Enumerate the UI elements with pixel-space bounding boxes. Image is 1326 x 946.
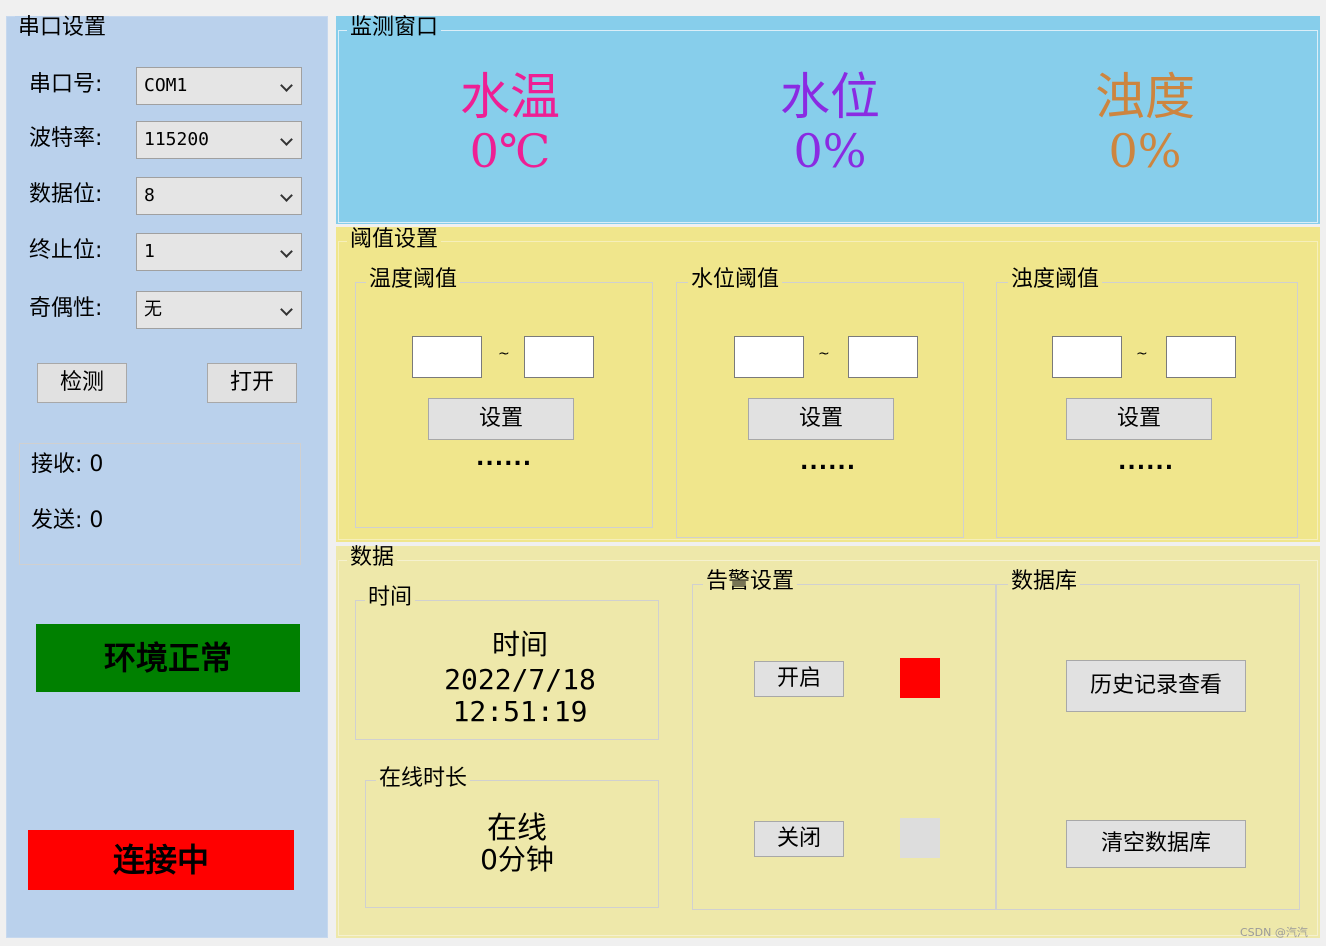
- turbidity-set-button[interactable]: 设置: [1066, 398, 1212, 440]
- temp-threshold-title: 温度阈值: [366, 268, 461, 292]
- data-title: 数据: [347, 546, 398, 570]
- temp-set-button[interactable]: 设置: [428, 398, 574, 440]
- stopbits-value: 1: [144, 241, 155, 262]
- port-select[interactable]: COM1: [136, 67, 302, 105]
- chevron-down-icon: [280, 133, 293, 146]
- parity-value: 无: [144, 299, 162, 320]
- clear-database-button[interactable]: 清空数据库: [1066, 820, 1246, 868]
- online-duration-title: 在线时长: [376, 767, 471, 791]
- temp-max-input[interactable]: [524, 336, 594, 378]
- databits-value: 8: [144, 185, 155, 206]
- alarm-on-button[interactable]: 开启: [754, 661, 844, 697]
- temp-min-input[interactable]: [412, 336, 482, 378]
- receive-count: 接收: 0: [31, 452, 104, 477]
- online-duration-value: 0分钟: [480, 843, 554, 876]
- port-label: 串口号:: [29, 72, 103, 97]
- alarm-off-indicator: [900, 818, 940, 858]
- turbidity-threshold-status: ......: [1118, 450, 1175, 475]
- alarm-settings-group: [692, 584, 996, 910]
- temp-range-separator: ~: [498, 346, 510, 362]
- chevron-down-icon: [280, 245, 293, 258]
- level-set-button[interactable]: 设置: [748, 398, 894, 440]
- send-count: 发送: 0: [31, 508, 104, 533]
- level-range-separator: ~: [818, 346, 830, 362]
- alarm-settings-title: 告警设置: [703, 570, 798, 594]
- environment-status: 环境正常: [36, 624, 300, 692]
- monitor-title: 监测窗口: [347, 16, 442, 40]
- stopbits-select[interactable]: 1: [136, 233, 302, 271]
- level-min-input[interactable]: [734, 336, 804, 378]
- databits-label: 数据位:: [29, 182, 103, 207]
- databits-select[interactable]: 8: [136, 177, 302, 215]
- turbidity-label: 浊度: [1095, 68, 1195, 126]
- open-button[interactable]: 打开: [207, 363, 297, 403]
- parity-label: 奇偶性:: [29, 296, 103, 321]
- current-time: 12:51:19: [452, 695, 588, 728]
- water-level-label: 水位: [780, 68, 880, 126]
- level-max-input[interactable]: [848, 336, 918, 378]
- turbidity-max-input[interactable]: [1166, 336, 1236, 378]
- turbidity-range-separator: ~: [1136, 346, 1148, 362]
- chevron-down-icon: [280, 303, 293, 316]
- watermark: CSDN @汽汽: [1240, 926, 1308, 939]
- history-view-button[interactable]: 历史记录查看: [1066, 660, 1246, 712]
- serial-settings-title: 串口设置: [15, 16, 110, 40]
- level-threshold-status: ......: [800, 450, 857, 475]
- time-group-title: 时间: [365, 586, 416, 610]
- water-temp-label: 水温: [460, 68, 560, 126]
- database-title: 数据库: [1008, 570, 1081, 594]
- alarm-on-indicator: [900, 658, 940, 698]
- baud-select[interactable]: 115200: [136, 121, 302, 159]
- connection-status: 连接中: [28, 830, 294, 890]
- online-heading: 在线: [487, 811, 547, 846]
- time-heading: 时间: [491, 628, 548, 661]
- chevron-down-icon: [280, 189, 293, 202]
- parity-select[interactable]: 无: [136, 291, 302, 329]
- baud-label: 波特率:: [29, 126, 103, 151]
- chevron-down-icon: [280, 79, 293, 92]
- baud-value: 115200: [144, 129, 210, 150]
- threshold-title: 阈值设置: [347, 228, 442, 252]
- detect-button[interactable]: 检测: [37, 363, 127, 403]
- water-temp-value: 0℃: [469, 124, 551, 178]
- alarm-off-button[interactable]: 关闭: [754, 821, 844, 857]
- water-level-value: 0%: [793, 124, 867, 178]
- port-value: COM1: [144, 75, 188, 96]
- stopbits-label: 终止位:: [29, 238, 103, 263]
- turbidity-value: 0%: [1108, 124, 1182, 178]
- temp-threshold-status: ......: [476, 446, 533, 471]
- turbidity-threshold-title: 浊度阈值: [1008, 268, 1103, 292]
- current-date: 2022/7/18: [444, 663, 596, 696]
- level-threshold-title: 水位阈值: [688, 268, 783, 292]
- turbidity-min-input[interactable]: [1052, 336, 1122, 378]
